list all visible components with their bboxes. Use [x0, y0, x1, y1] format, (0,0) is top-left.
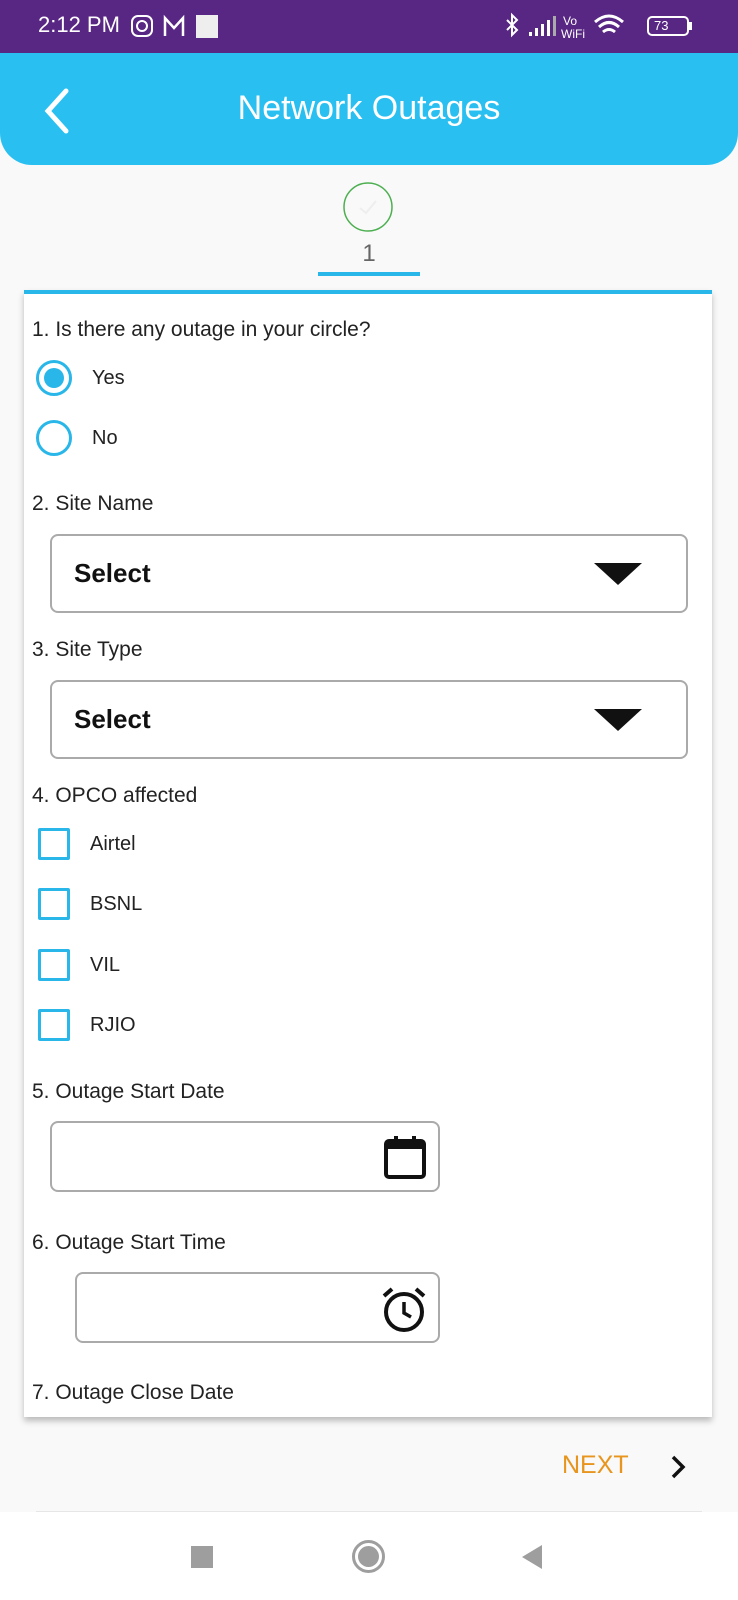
- page-title: Network Outages: [237, 89, 501, 127]
- checkbox-rjio[interactable]: RJIO: [36, 1009, 136, 1041]
- alarm-clock-icon[interactable]: [380, 1286, 428, 1334]
- step-indicator: [318, 272, 420, 276]
- step-complete-icon: [343, 182, 393, 232]
- recents-button[interactable]: [191, 1546, 213, 1568]
- checkbox-bsnl[interactable]: BSNL: [36, 888, 142, 920]
- question-site-type: 3. Site Type: [32, 638, 143, 661]
- system-icons: VoWiFi: [506, 12, 692, 41]
- svg-text:Vo: Vo: [563, 14, 577, 28]
- question-outage: 1. Is there any outage in your circle?: [32, 318, 371, 341]
- question-close-date: 7. Outage Close Date: [32, 1381, 234, 1404]
- question-start-time: 6. Outage Start Time: [32, 1231, 226, 1254]
- notification-icons: [131, 14, 218, 38]
- calendar-icon[interactable]: [382, 1135, 428, 1181]
- battery-level: 73: [654, 18, 669, 33]
- navigation-bar: [0, 1512, 738, 1600]
- dropdown-arrow-icon: [594, 562, 642, 585]
- back-nav-button[interactable]: [520, 1543, 544, 1571]
- chevron-right-icon[interactable]: [668, 1454, 688, 1480]
- home-button[interactable]: [352, 1540, 385, 1573]
- question-site-name: 2. Site Name: [32, 492, 154, 515]
- site-name-select[interactable]: Select: [50, 534, 688, 613]
- step-number: 1: [362, 240, 376, 267]
- radio-yes[interactable]: Yes: [36, 360, 125, 396]
- next-button[interactable]: NEXT: [562, 1451, 629, 1480]
- question-start-date: 5. Outage Start Date: [32, 1080, 225, 1103]
- question-opco: 4. OPCO affected: [32, 784, 198, 807]
- form-card: 1. Is there any outage in your circle? Y…: [24, 290, 712, 1417]
- status-bar: 2:12 PM Vo WiFi 73: [0, 0, 738, 53]
- dropdown-arrow-icon: [594, 708, 642, 731]
- start-time-input[interactable]: [75, 1272, 440, 1343]
- app-header: Network Outages: [0, 53, 738, 165]
- status-time: 2:12 PM: [38, 12, 120, 37]
- site-type-select[interactable]: Select: [50, 680, 688, 759]
- radio-no[interactable]: No: [36, 420, 118, 456]
- start-date-input[interactable]: [50, 1121, 440, 1192]
- checkbox-airtel[interactable]: Airtel: [36, 828, 136, 860]
- svg-text:WiFi: WiFi: [561, 27, 585, 41]
- checkbox-vil[interactable]: VIL: [36, 949, 120, 981]
